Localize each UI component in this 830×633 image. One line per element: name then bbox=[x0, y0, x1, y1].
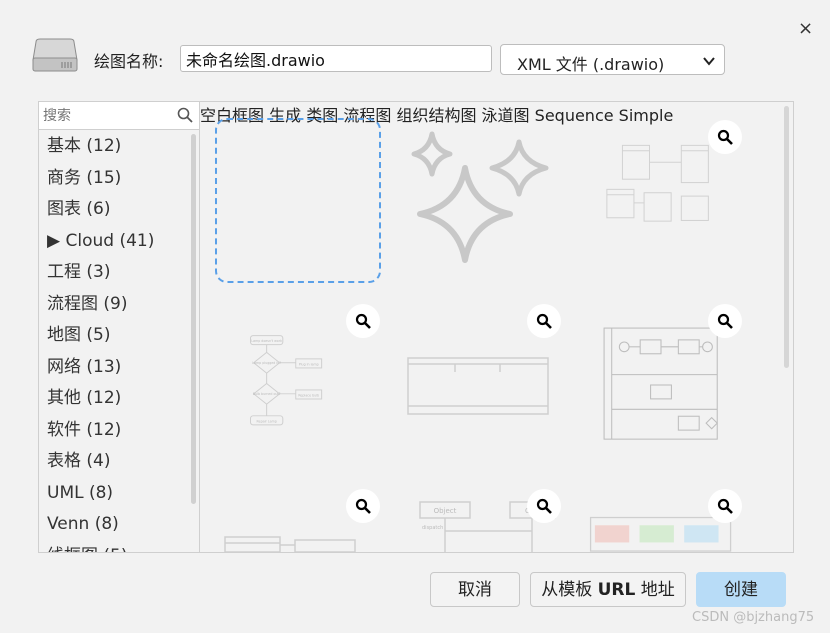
category-item[interactable]: 线框图 (5) bbox=[39, 541, 189, 553]
filename-input[interactable] bbox=[180, 45, 492, 72]
flow-a1-text: Plug in lamp bbox=[299, 362, 319, 366]
seq-obj1-text: Object bbox=[434, 507, 457, 515]
template-blank[interactable] bbox=[215, 118, 381, 283]
from-url-bold: URL bbox=[597, 580, 636, 600]
zoom-preview-icon[interactable] bbox=[346, 304, 380, 338]
category-list: 基本 (12) 商务 (15) 图表 (6) ▶ Cloud (41) 工程 (… bbox=[39, 131, 189, 553]
sidebar-scrollbar[interactable] bbox=[191, 134, 196, 504]
template-gallery: 空白框图 生成 类图 Lamp doesn't work Lamp plugge… bbox=[200, 101, 794, 553]
template-swimlane[interactable] bbox=[588, 326, 758, 496]
filename-label: 绘图名称: bbox=[94, 52, 164, 71]
search-input[interactable] bbox=[39, 102, 165, 130]
zoom-preview-icon[interactable] bbox=[527, 304, 561, 338]
category-item[interactable]: 表格 (4) bbox=[39, 446, 189, 478]
category-item[interactable]: 其他 (12) bbox=[39, 383, 189, 415]
search-box[interactable] bbox=[39, 102, 199, 130]
category-item[interactable]: 图表 (6) bbox=[39, 194, 189, 226]
template-orgchart[interactable] bbox=[400, 314, 570, 484]
flow-a3-text: Repair Lamp bbox=[257, 419, 277, 423]
simple-thumbnail bbox=[589, 516, 732, 552]
category-item-cloud[interactable]: ▶ Cloud (41) bbox=[39, 226, 189, 258]
close-icon[interactable]: × bbox=[798, 18, 813, 39]
sparkle-icon bbox=[411, 131, 549, 263]
category-item[interactable]: 网络 (13) bbox=[39, 352, 189, 384]
flow-a2-text: Replace bulb bbox=[298, 393, 319, 397]
template-label: Simple bbox=[618, 106, 674, 125]
from-template-url-button[interactable]: 从模板 URL 地址 bbox=[530, 572, 686, 607]
flow-q1-text: Lamp plugged in? bbox=[252, 361, 281, 365]
create-button[interactable]: 创建 bbox=[696, 572, 786, 607]
category-item[interactable]: 商务 (15) bbox=[39, 163, 189, 195]
flow-start-text: Lamp doesn't work bbox=[251, 339, 282, 343]
zoom-preview-icon[interactable] bbox=[708, 304, 742, 338]
category-item[interactable]: 工程 (3) bbox=[39, 257, 189, 289]
template-class-diagram[interactable] bbox=[588, 142, 758, 312]
seq-dispatch-text: dispatch bbox=[422, 525, 443, 531]
watermark: CSDN @bjzhang75 bbox=[692, 610, 815, 625]
category-item[interactable]: 流程图 (9) bbox=[39, 289, 189, 321]
zoom-preview-icon[interactable] bbox=[708, 489, 742, 523]
category-item[interactable]: 基本 (12) bbox=[39, 131, 189, 163]
category-item[interactable]: UML (8) bbox=[39, 478, 189, 510]
orgchart-thumbnail bbox=[407, 357, 549, 415]
gallery-scrollbar[interactable] bbox=[784, 106, 789, 368]
category-item[interactable]: 软件 (12) bbox=[39, 415, 189, 447]
zoom-preview-icon[interactable] bbox=[346, 489, 380, 523]
template-flowchart[interactable]: Lamp doesn't work Lamp plugged in? Plug … bbox=[220, 314, 390, 484]
zoom-preview-icon[interactable] bbox=[708, 120, 742, 154]
format-select[interactable]: XML 文件 (.drawio) bbox=[500, 44, 725, 75]
flowchart-thumbnail: Lamp doesn't work Lamp plugged in? Plug … bbox=[249, 335, 323, 426]
category-sidebar: 基本 (12) 商务 (15) 图表 (6) ▶ Cloud (41) 工程 (… bbox=[38, 101, 200, 553]
from-url-suffix: 地址 bbox=[635, 580, 675, 600]
category-item[interactable]: Venn (8) bbox=[39, 509, 189, 541]
swimlane-thumbnail bbox=[603, 327, 718, 440]
chevron-down-icon bbox=[703, 57, 715, 66]
from-url-prefix: 从模板 bbox=[541, 580, 598, 600]
class-diagram-thumbnail bbox=[606, 144, 709, 222]
zoom-preview-icon[interactable] bbox=[527, 489, 561, 523]
drive-icon bbox=[32, 38, 78, 72]
flow-q2-text: Bulb burned out? bbox=[253, 392, 281, 396]
search-icon[interactable] bbox=[177, 107, 193, 123]
cancel-button[interactable]: 取消 bbox=[430, 572, 520, 607]
category-item[interactable]: 地图 (5) bbox=[39, 320, 189, 352]
template-generate[interactable] bbox=[400, 122, 570, 292]
format-select-value: XML 文件 (.drawio) bbox=[517, 55, 665, 74]
